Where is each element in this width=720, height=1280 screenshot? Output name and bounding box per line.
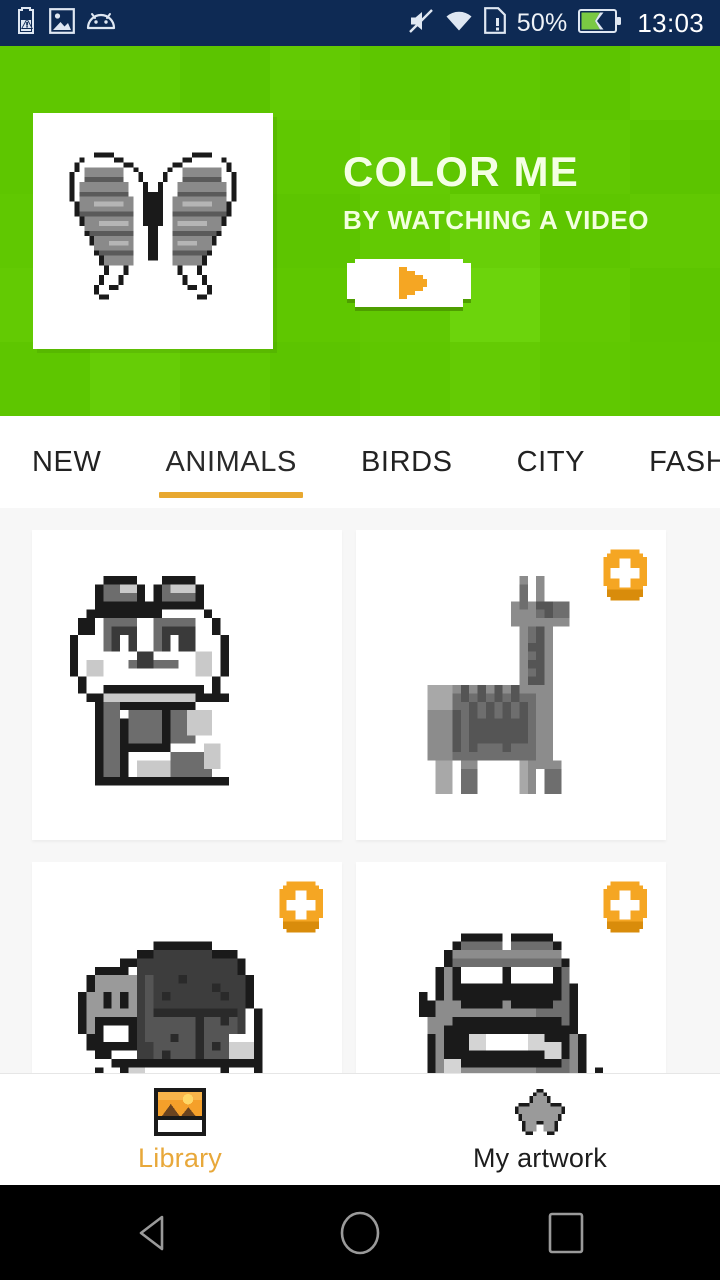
status-bar-right-icons: 50% 13:03 <box>408 7 704 39</box>
picture-frame-icon <box>154 1087 206 1136</box>
promo-thumbnail[interactable] <box>33 113 273 349</box>
tab-city[interactable]: CITY <box>485 416 617 508</box>
bottom-nav-library[interactable]: Library <box>0 1074 360 1185</box>
premium-plus-badge[interactable] <box>272 878 330 936</box>
bottom-nav-my-artwork[interactable]: My artwork <box>360 1074 720 1185</box>
sim-card-alert-icon <box>483 7 506 39</box>
artwork-tile-turtle[interactable] <box>32 862 342 1073</box>
status-bar-clock: 13:03 <box>637 7 704 38</box>
premium-plus-badge[interactable] <box>596 546 654 604</box>
battery-icon <box>578 8 622 38</box>
status-bar: 50% 13:03 <box>0 0 720 46</box>
tab-birds[interactable]: BIRDS <box>329 416 485 508</box>
tab-label: NEW <box>32 445 102 478</box>
butterfly-pixel-art <box>69 152 237 300</box>
banner-content: COLOR ME BY WATCHING A VIDEO <box>0 46 720 416</box>
tab-label: CITY <box>516 445 586 478</box>
promo-banner[interactable]: COLOR ME BY WATCHING A VIDEO <box>0 46 720 416</box>
category-tab-bar[interactable]: NEW ANIMALS BIRDS CITY FASHION <box>0 416 720 508</box>
tab-label: BIRDS <box>360 445 453 478</box>
promo-subtitle: BY WATCHING A VIDEO <box>343 205 650 235</box>
screenshot-image-icon <box>49 7 75 39</box>
tab-label: ANIMALS <box>165 445 297 478</box>
play-video-button[interactable] <box>347 255 471 311</box>
wifi-icon <box>445 9 473 38</box>
recents-button[interactable] <box>530 1197 602 1269</box>
back-button[interactable] <box>118 1197 190 1269</box>
status-bar-left-icons <box>14 6 116 40</box>
bottom-tab-bar[interactable]: Library My artwork <box>0 1073 720 1185</box>
app-screen: 50% 13:03 COLOR ME BY WATCHING A VIDEO N… <box>0 0 720 1280</box>
tab-label: FASHION <box>649 445 720 478</box>
promo-title: COLOR ME <box>343 148 579 195</box>
android-navigation-bar[interactable] <box>0 1185 720 1280</box>
grid-row <box>0 862 720 1073</box>
tab-new[interactable]: NEW <box>0 416 133 508</box>
artwork-grid[interactable] <box>0 508 720 1073</box>
artwork-tile-panda[interactable] <box>32 530 342 840</box>
grid-row <box>0 530 720 840</box>
panda-pixel-art <box>69 576 229 786</box>
tab-fashion[interactable]: FASHION <box>617 416 720 508</box>
tab-animals[interactable]: ANIMALS <box>133 416 329 508</box>
premium-plus-badge[interactable] <box>596 878 654 936</box>
battery-warning-icon <box>14 6 38 40</box>
promo-text-block: COLOR ME BY WATCHING A VIDEO <box>343 151 649 311</box>
battery-percent-label: 50% <box>516 8 568 37</box>
artwork-tile-llama[interactable] <box>356 530 666 840</box>
bottom-nav-label: Library <box>138 1142 222 1173</box>
tab-underline <box>159 492 303 498</box>
android-head-icon <box>86 11 116 36</box>
bottom-nav-label: My artwork <box>472 1142 607 1173</box>
star-icon <box>515 1088 565 1136</box>
home-button[interactable] <box>324 1197 396 1269</box>
artwork-tile-frog[interactable] <box>356 862 666 1073</box>
volume-mute-icon <box>408 8 434 39</box>
